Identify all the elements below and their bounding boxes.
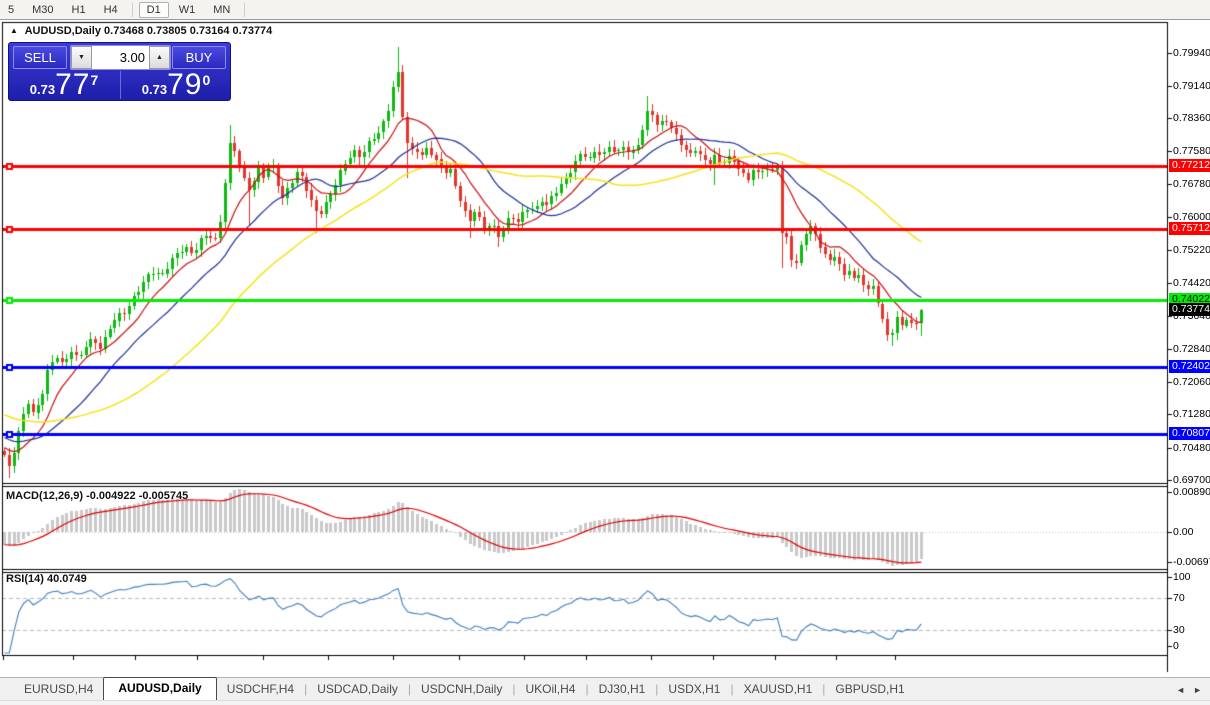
current-price-label: 0.73774 xyxy=(1169,303,1210,316)
chart-tab-bar: EURUSD,H4AUDUSD,DailyUSDCHF,H4|USDCAD,Da… xyxy=(0,677,1210,700)
macd-axis-tick: -0.006977 xyxy=(1173,556,1210,568)
hline-price-label: 0.70807 xyxy=(1169,427,1210,440)
rsi-axis-tick: 70 xyxy=(1173,592,1185,604)
trading-terminal-window: 5M30H1H4 D1W1MN ▲ AUDUSD,Daily 0.73468 0.… xyxy=(0,0,1210,705)
toolbar-separator xyxy=(244,3,245,17)
ohlc-low: 0.73164 xyxy=(190,25,230,37)
rsi-axis-tick: 100 xyxy=(1173,571,1191,583)
chart-symbol-label: AUDUSD,Daily xyxy=(25,25,101,37)
buy-price-point: 0 xyxy=(202,72,210,88)
tab-xauusd-h1[interactable]: XAUUSD,H1 xyxy=(734,679,823,700)
hline-price-label: 0.72402 xyxy=(1169,360,1210,373)
hline-price-label: 0.77212 xyxy=(1169,159,1210,172)
volume-increase-button[interactable]: ▲ xyxy=(149,46,170,69)
macd-value-main: -0.004922 xyxy=(86,490,136,502)
chart-marker-icon: ▲ xyxy=(10,26,18,35)
timeframe-button-mn[interactable]: MN xyxy=(205,2,238,18)
sell-price-point: 7 xyxy=(90,72,98,88)
toolbar-separator xyxy=(132,3,133,17)
macd-value-signal: -0.005745 xyxy=(139,490,189,502)
tab-usdcnh-daily[interactable]: USDCNH,Daily xyxy=(411,679,512,700)
tab-usdchf-h4[interactable]: USDCHF,H4 xyxy=(217,679,304,700)
volume-decrease-button[interactable]: ▼ xyxy=(71,46,92,69)
tabs-scroll-right-icon[interactable]: ► xyxy=(1193,685,1202,695)
chart-title: ▲ AUDUSD,Daily 0.73468 0.73805 0.73164 0… xyxy=(10,25,272,37)
timeframe-button-m30[interactable]: M30 xyxy=(24,2,61,18)
sell-price-base: 0.73 xyxy=(30,82,55,97)
macd-name: MACD(12,26,9) xyxy=(6,490,83,502)
price-axis-tick: 0.72060 xyxy=(1173,376,1210,388)
tab-ukoil-h4[interactable]: UKOil,H4 xyxy=(515,679,585,700)
volume-stepper: ▼ ▲ xyxy=(70,45,171,70)
timeframe-button-5[interactable]: 5 xyxy=(0,2,22,18)
rsi-axis-tick: 0 xyxy=(1173,640,1179,652)
tab-eurusd-h4[interactable]: EURUSD,H4 xyxy=(14,679,103,700)
bottom-scroll-strip[interactable] xyxy=(0,700,1210,705)
price-axis-tick: 0.79140 xyxy=(1173,80,1210,92)
timeframe-button-d1[interactable]: D1 xyxy=(139,2,169,18)
price-axis-tick: 0.75220 xyxy=(1173,244,1210,256)
tab-usdx-h1[interactable]: USDX,H1 xyxy=(658,679,730,700)
price-axis-tick: 0.69700 xyxy=(1173,474,1210,486)
rsi-indicator-label: RSI(14) 40.0749 xyxy=(6,573,87,585)
timeframe-button-w1[interactable]: W1 xyxy=(171,2,204,18)
buy-button[interactable]: BUY xyxy=(172,46,226,69)
macd-indicator-label: MACD(12,26,9) -0.004922 -0.005745 xyxy=(6,490,188,502)
price-axis-tick: 0.79940 xyxy=(1173,47,1210,59)
timeframe-button-h4[interactable]: H4 xyxy=(96,2,126,18)
volume-input[interactable] xyxy=(92,46,149,69)
rsi-axis-tick: 30 xyxy=(1173,624,1185,636)
timeframe-toolbar: 5M30H1H4 D1W1MN xyxy=(0,0,1210,20)
macd-axis-tick: 0.008903 xyxy=(1173,486,1210,498)
sell-price-pips: 77 xyxy=(55,70,90,100)
price-axis-tick: 0.77580 xyxy=(1173,145,1210,157)
tab-usdcad-daily[interactable]: USDCAD,Daily xyxy=(307,679,408,700)
buy-price-pips: 79 xyxy=(167,70,202,100)
ohlc-open: 0.73468 xyxy=(104,25,144,37)
sell-button[interactable]: SELL xyxy=(13,46,67,69)
ohlc-close: 0.73774 xyxy=(233,25,273,37)
price-axis-tick: 0.72840 xyxy=(1173,343,1210,355)
one-click-trade-panel: SELL ▼ ▲ BUY 0.73 77 7 0.73 79 0 xyxy=(8,42,231,101)
rsi-value: 40.0749 xyxy=(47,573,87,585)
buy-price-display[interactable]: 0.73 79 0 xyxy=(121,70,231,100)
buy-price-base: 0.73 xyxy=(142,82,167,97)
price-axis-tick: 0.70480 xyxy=(1173,442,1210,454)
price-axis-tick: 0.74420 xyxy=(1173,277,1210,289)
hline-price-label: 0.75712 xyxy=(1169,222,1210,235)
price-axis-tick: 0.78360 xyxy=(1173,112,1210,124)
tab-gbpusd-h1[interactable]: GBPUSD,H1 xyxy=(825,679,914,700)
price-axis-tick: 0.76780 xyxy=(1173,178,1210,190)
macd-axis-tick: 0.00 xyxy=(1173,526,1193,538)
tab-audusd-daily[interactable]: AUDUSD,Daily xyxy=(103,677,216,700)
ohlc-high: 0.73805 xyxy=(147,25,187,37)
tab-dj30-h1[interactable]: DJ30,H1 xyxy=(589,679,656,700)
sell-price-display[interactable]: 0.73 77 7 xyxy=(9,70,119,100)
rsi-name: RSI(14) xyxy=(6,573,44,585)
timeframe-button-h1[interactable]: H1 xyxy=(64,2,94,18)
price-axis-tick: 0.71280 xyxy=(1173,408,1210,420)
tabs-scroll-left-icon[interactable]: ◄ xyxy=(1176,685,1185,695)
price-chart-canvas[interactable] xyxy=(0,0,1210,705)
